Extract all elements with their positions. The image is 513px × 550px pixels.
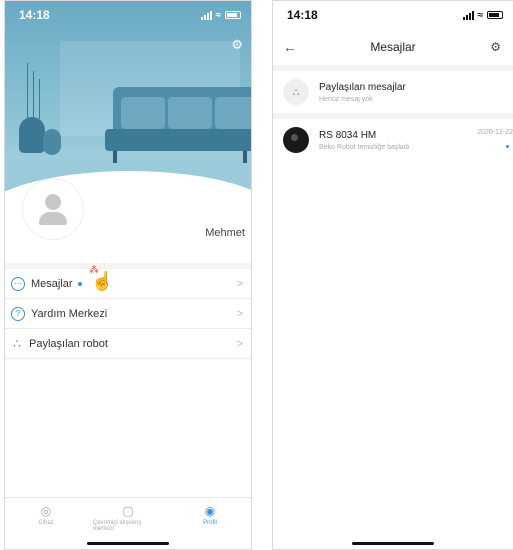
share-icon: ∴	[283, 79, 309, 105]
tab-profile[interactable]: ◉ Profil	[175, 504, 245, 549]
message-list: ∴ Paylaşılan mesajlar Henüz mesaj yok RS…	[273, 65, 513, 161]
message-subtitle: Beko Robot temizliğe başladı	[319, 143, 410, 151]
menu-item-label: Yardım Merkezi	[31, 307, 108, 320]
status-icons: ≈	[200, 9, 241, 21]
messages-label: Mesajlar	[31, 277, 73, 290]
chevron-right-icon: >	[236, 337, 243, 350]
vase	[19, 117, 45, 153]
signal-icon	[200, 10, 212, 20]
status-icons: ≈	[462, 9, 503, 21]
sofa-seat	[105, 129, 251, 151]
wifi-icon: ≈	[215, 9, 222, 21]
status-bar: 14:18 ≈	[273, 1, 513, 29]
status-bar: 14:18 ≈	[5, 1, 251, 29]
chevron-right-icon: >	[236, 277, 243, 290]
unread-dot	[77, 281, 82, 286]
menu-item-messages[interactable]: ⋯ Mesajlar ⁂ ☝ >	[5, 265, 251, 299]
username: Mehmet	[205, 227, 245, 239]
sofa-cushion	[121, 97, 165, 129]
tap-hand-icon: ☝	[91, 271, 114, 291]
help-icon: ?	[11, 306, 25, 321]
settings-gear-icon[interactable]: ⚙	[490, 40, 501, 54]
tab-label: Cihaz	[38, 520, 54, 526]
sofa-leg	[243, 151, 247, 163]
message-text: Paylaşılan mesajlar Henüz mesaj yok	[319, 82, 505, 103]
ellipsis-icon: ⋯	[11, 276, 25, 291]
profile-icon: ◉	[204, 504, 216, 518]
menu-item-label: Paylaşılan robot	[29, 337, 108, 350]
battery-icon	[225, 11, 241, 19]
robot-icon	[283, 127, 309, 153]
bottom-tab-bar: ◎ Cihaz ▢ Çevrimiçi alışveriş merkezi ◉ …	[5, 497, 251, 549]
vase-stick	[33, 71, 34, 119]
status-time: 14:18	[287, 8, 318, 22]
vase-stick	[27, 63, 28, 119]
profile-screen: 14:18 ≈ ⚙ Mehmet ⋯ Mesajlar ⁂ ☝ > ? Yard…	[4, 0, 252, 550]
settings-gear-icon[interactable]: ⚙	[231, 37, 243, 53]
page-title: Mesajlar	[370, 40, 416, 54]
avatar[interactable]	[23, 179, 83, 239]
cart-icon: ▢	[122, 504, 134, 518]
message-title: Paylaşılan mesajlar	[319, 81, 406, 93]
navigation-bar: ← Mesajlar ⚙	[273, 29, 513, 65]
share-icon: ∴	[13, 336, 21, 351]
tab-device[interactable]: ◎ Cihaz	[11, 504, 81, 549]
menu-item-help-center[interactable]: ? Yardım Merkezi >	[5, 299, 251, 329]
message-item-robot[interactable]: RS 8034 HM Beko Robot temizliğe başladı …	[273, 113, 513, 161]
profile-menu: ⋯ Mesajlar ⁂ ☝ > ? Yardım Merkezi > ∴ Pa…	[5, 263, 251, 359]
sofa-cushion	[168, 97, 212, 129]
status-time: 14:18	[19, 8, 50, 22]
message-item-shared[interactable]: ∴ Paylaşılan mesajlar Henüz mesaj yok	[273, 71, 513, 113]
home-indicator	[352, 542, 434, 545]
message-timestamp: 2020-12-22	[477, 129, 513, 136]
tab-label: Çevrimiçi alışveriş merkezi	[93, 520, 142, 532]
messages-screen: 14:18 ≈ ← Mesajlar ⚙ ∴ Paylaşılan mesajl…	[272, 0, 513, 550]
message-subtitle: Henüz mesaj yok	[319, 95, 373, 103]
menu-item-label: Mesajlar	[31, 278, 237, 290]
avatar-head	[45, 194, 61, 210]
sofa-cushion	[215, 97, 251, 129]
battery-icon	[487, 11, 503, 19]
vase-stick	[39, 79, 40, 119]
sofa-leg	[113, 151, 117, 163]
device-icon: ◎	[40, 504, 52, 518]
signal-icon	[462, 10, 474, 20]
menu-item-shared-robot[interactable]: ∴ Paylaşılan robot >	[5, 329, 251, 359]
tab-label: Profil	[203, 520, 217, 526]
vase	[43, 129, 61, 155]
unread-dot	[506, 145, 509, 148]
home-indicator	[87, 542, 169, 545]
back-arrow-icon[interactable]: ←	[283, 39, 297, 55]
avatar-body	[39, 212, 67, 225]
chevron-right-icon: >	[236, 307, 243, 320]
wifi-icon: ≈	[477, 9, 484, 21]
